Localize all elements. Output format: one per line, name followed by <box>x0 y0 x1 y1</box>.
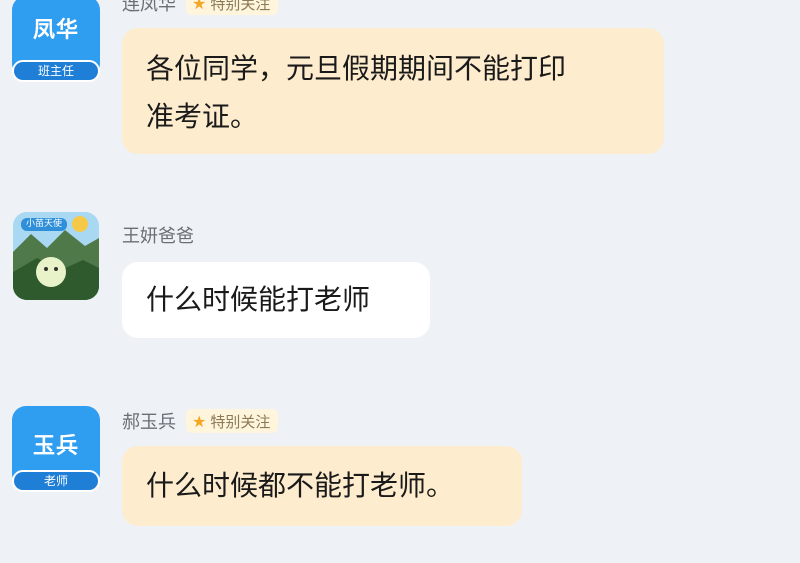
message-bubble[interactable]: 什么时候都不能打老师。 <box>122 446 522 526</box>
sender-name[interactable]: 王妍爸爸 <box>122 222 194 248</box>
message-line: 什么时候都不能打老师。 <box>146 469 455 502</box>
avatar-text: 玉兵 <box>32 434 79 459</box>
avatar-text: 凤华 <box>32 18 79 43</box>
message-line: 准考证。 <box>146 100 259 133</box>
avatar[interactable]: 玉兵 老师 <box>12 406 100 492</box>
sender-row: 王妍爸爸 <box>122 222 194 248</box>
sender-row: 郝玉兵 ★ 特别关注 <box>122 408 279 434</box>
follow-badge: ★ 特别关注 <box>186 409 279 433</box>
sender-row: 连凤华 ★ 特别关注 <box>122 0 279 16</box>
role-label: 班主任 <box>12 60 100 82</box>
message-bubble[interactable]: 什么时候能打老师 <box>122 262 430 338</box>
message-bubble[interactable]: 各位同学，元旦假期期间不能打印 准考证。 <box>122 28 664 154</box>
sender-name[interactable]: 连凤华 <box>122 0 176 16</box>
follow-badge-label: 特别关注 <box>210 412 271 431</box>
follow-badge: ★ 特别关注 <box>186 0 279 15</box>
sender-name[interactable]: 郝玉兵 <box>122 408 176 434</box>
avatar[interactable]: 凤华 班主任 <box>12 0 100 82</box>
star-icon: ★ <box>192 411 207 431</box>
message-line: 各位同学，元旦假期期间不能打印 <box>146 52 567 85</box>
avatar-text: 小苗天使 <box>25 219 62 229</box>
avatar[interactable]: 小苗天使 <box>13 212 99 300</box>
star-icon: ★ <box>192 0 207 13</box>
message-line: 什么时候能打老师 <box>146 283 371 316</box>
role-label: 老师 <box>12 470 100 492</box>
follow-badge-label: 特别关注 <box>210 0 271 13</box>
